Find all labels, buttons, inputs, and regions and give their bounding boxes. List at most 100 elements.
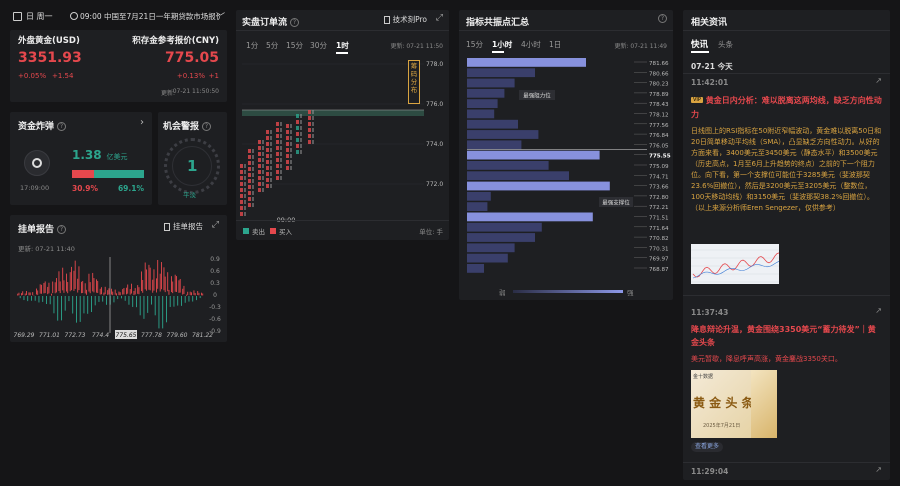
order-bar (182, 288, 184, 295)
tab-3[interactable]: 1日 (549, 39, 561, 50)
order-bar (27, 296, 29, 302)
image-gold-bars (751, 370, 777, 438)
order-bar (139, 296, 141, 316)
chevron-right-icon[interactable]: › (140, 117, 144, 128)
order-bar (62, 267, 64, 291)
order-cell (262, 146, 264, 150)
order-cell (266, 166, 269, 170)
order-bar (78, 266, 80, 291)
order-bar (83, 296, 85, 314)
order-cell (286, 124, 289, 128)
order-bar (94, 296, 96, 306)
share-icon[interactable]: ↗ (875, 306, 882, 315)
order-bar (161, 262, 162, 290)
level-bar (467, 181, 610, 191)
tab-2[interactable]: 4小时 (521, 39, 541, 50)
order-cell (300, 150, 302, 154)
order-bar (169, 296, 171, 307)
order-cell (270, 148, 272, 152)
order-bar (98, 296, 100, 302)
ticker-text: 09:00 中国至7月21日一年期贷款市场报价利率 (80, 12, 220, 21)
order-cell (266, 184, 269, 188)
share-icon[interactable]: ↗ (875, 76, 882, 85)
order-bar (29, 292, 31, 296)
order-cell (248, 161, 251, 165)
tech-pro-label: 技术刻Pro (392, 15, 427, 24)
news-chart-thumbnail[interactable] (691, 244, 779, 284)
tab-3[interactable]: 30分 (310, 40, 327, 51)
order-bar (22, 291, 24, 296)
level-label: 771.64 (649, 226, 669, 232)
document-icon (164, 223, 170, 231)
y-tick-label: -0.6 (209, 316, 221, 323)
order-report-button[interactable]: 挂单报告 (164, 221, 203, 232)
tab-0[interactable]: 1分 (246, 40, 258, 51)
help-icon[interactable]: ? (57, 225, 67, 234)
order-cell (286, 142, 289, 146)
order-bar (72, 296, 74, 314)
help-icon[interactable]: ? (290, 18, 300, 27)
legend-strong: 强 (627, 289, 634, 297)
order-cell (244, 176, 246, 180)
order-cell (290, 136, 292, 140)
order-bar (143, 296, 145, 319)
order-bar (79, 296, 81, 322)
view-more-button[interactable]: 查看更多 (691, 442, 724, 452)
order-cell (290, 130, 292, 134)
tab-0[interactable]: 15分 (466, 39, 483, 50)
order-cell (258, 182, 261, 186)
level-label: 772.80 (649, 195, 669, 201)
chevron-down-icon[interactable]: ﹀ (216, 10, 225, 23)
order-bar (116, 293, 117, 296)
order-bar (104, 286, 106, 295)
fund-bomb-title: 资金炸弹? (18, 119, 67, 132)
order-cell (240, 164, 243, 168)
order-bar (103, 292, 105, 296)
order-bar (61, 296, 62, 321)
y-tick-label: 0 (213, 292, 217, 299)
order-cell (258, 164, 261, 168)
order-bar (183, 285, 185, 294)
order-cell (248, 173, 251, 177)
order-bar (113, 296, 115, 303)
expand-icon[interactable]: ⤢ (436, 13, 443, 23)
order-bar (123, 287, 125, 295)
x-tick-label: 769.29 (14, 332, 35, 339)
tech-pro-button[interactable]: 技术刻Pro (383, 14, 427, 25)
order-bar (168, 289, 170, 295)
legend-sell: 卖出 (243, 226, 265, 236)
help-icon[interactable]: ? (655, 14, 667, 24)
y-tick-label: 776.0 (426, 101, 443, 108)
document-icon (383, 16, 390, 24)
help-icon[interactable]: ? (202, 122, 212, 131)
order-bar (131, 283, 132, 294)
tab-headline[interactable]: 头条 (718, 39, 733, 50)
news-image[interactable]: 金十数据 黄 金 头 条 2025年7月21日 (691, 370, 754, 438)
share-icon[interactable]: ↗ (875, 465, 882, 474)
level-label: 780.23 (649, 82, 669, 88)
y-tick-label: 778.0 (426, 61, 443, 68)
level-bar (467, 222, 542, 232)
x-tick-label: 771.01 (39, 332, 60, 339)
ticker-bar[interactable]: 日 周一 09:00 中国至7月21日一年期贷款市场报价利率 ﹀ (10, 10, 226, 26)
order-bar (111, 288, 112, 295)
expand-icon[interactable]: ⤢ (212, 220, 219, 230)
help-icon[interactable]: ? (57, 122, 67, 131)
order-cell (240, 188, 243, 192)
order-cell (308, 116, 311, 120)
news-item[interactable]: VIP 黄金日内分析：难以脱离这两均线，缺乏方向性动力 (691, 94, 883, 122)
order-bar (102, 296, 104, 302)
news-headline[interactable]: 降息辩论升温，黄金围绕3350美元“蓄力待发”｜黄金头条 (691, 323, 883, 349)
tab-1[interactable]: 5分 (266, 40, 278, 51)
fund-ratio-fill (72, 170, 95, 178)
indicator-panel: 指标共振点汇总 ? 15分 1小时 4小时 1日 更新: 07-21 11:49 78… (459, 10, 673, 300)
order-cell (252, 155, 254, 159)
tab-flash[interactable]: 快讯 (691, 38, 708, 50)
chip-distribution-button[interactable]: 筹码分布 (408, 60, 420, 104)
order-bar (96, 279, 97, 293)
order-bar (81, 281, 82, 294)
tab-4[interactable]: 1时 (336, 40, 349, 51)
tab-2[interactable]: 15分 (286, 40, 303, 51)
tab-1[interactable]: 1小时 (492, 39, 512, 50)
level-label: 778.12 (649, 113, 669, 119)
